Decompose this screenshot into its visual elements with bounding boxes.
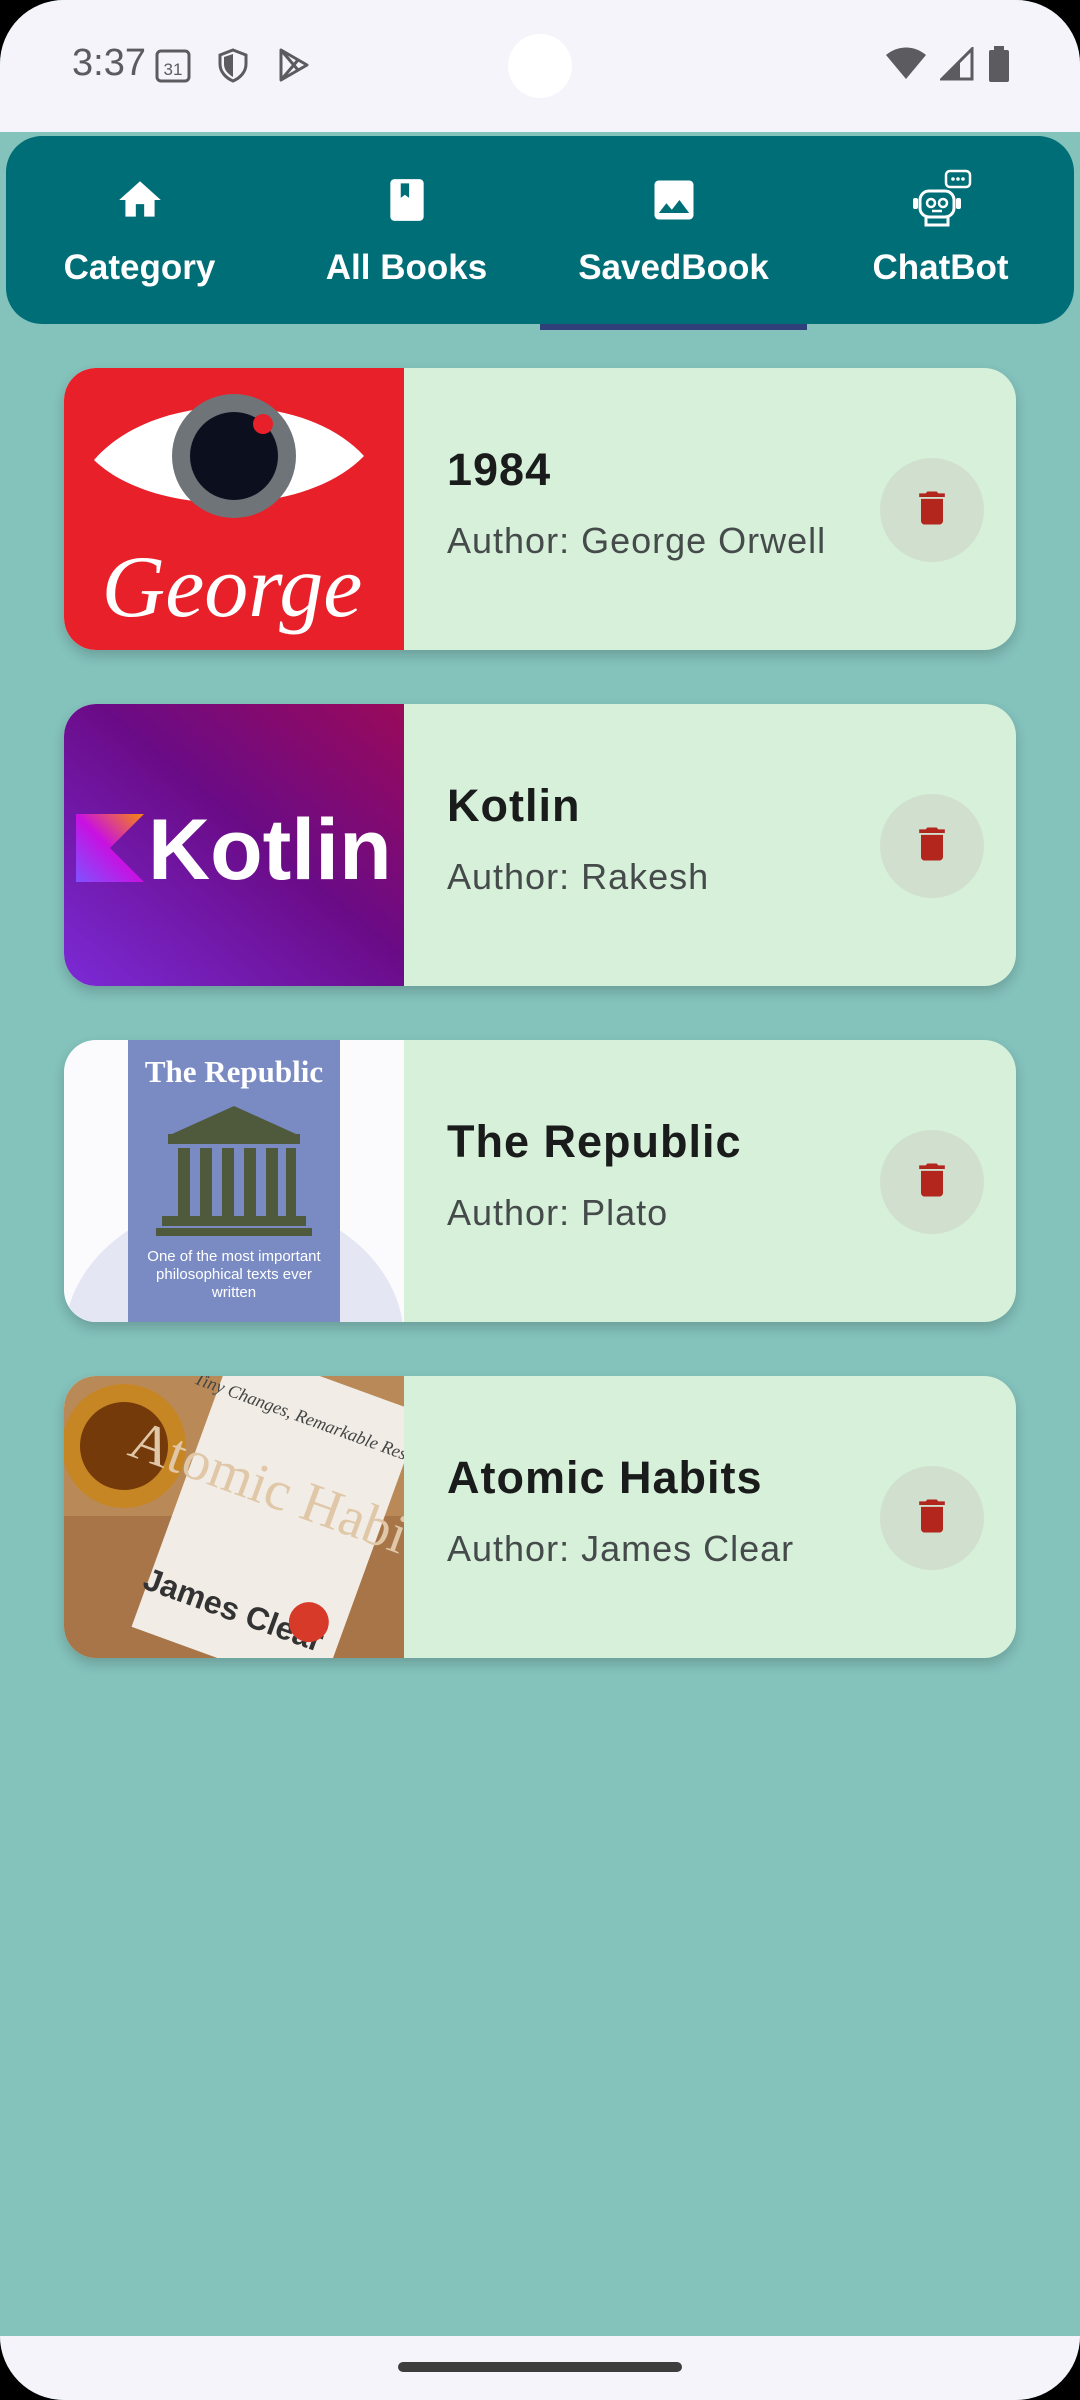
signal-icon — [938, 45, 974, 86]
tab-all-books[interactable]: All Books — [273, 136, 540, 324]
play-store-icon — [274, 46, 312, 89]
book-title: The Republic — [447, 1116, 742, 1167]
tab-label: SavedBook — [578, 248, 769, 287]
book-card[interactable]: Tiny Changes, Remarkable Results Atomic … — [64, 1376, 1016, 1658]
book-author: Author: George Orwell — [447, 520, 827, 561]
battery-icon — [988, 46, 1010, 87]
shield-icon — [214, 46, 252, 89]
calendar-icon: 31 — [154, 46, 192, 89]
trash-icon — [910, 1491, 954, 1546]
book-author: Author: James Clear — [447, 1528, 795, 1569]
delete-button[interactable] — [880, 1466, 984, 1570]
status-time: 3:37 — [72, 42, 146, 84]
tab-label: All Books — [325, 248, 488, 287]
home-icon — [115, 172, 165, 228]
delete-button[interactable] — [880, 1130, 984, 1234]
book-title: Kotlin — [447, 780, 581, 831]
home-indicator[interactable] — [398, 2362, 682, 2372]
notification-icons: 31 — [154, 46, 312, 89]
trash-icon — [910, 1155, 954, 1210]
tab-category[interactable]: Category — [6, 136, 273, 324]
cover-subtitle: One of the most important philosophical … — [147, 1248, 321, 1301]
system-status-icons — [886, 45, 1010, 87]
active-tab-indicator — [540, 324, 807, 330]
book-author: Author: Rakesh — [447, 856, 710, 897]
trash-icon — [910, 819, 954, 874]
trash-icon — [910, 483, 954, 538]
cover-title: The Republic — [145, 1054, 323, 1089]
image-icon — [648, 172, 700, 228]
book-author: Author: Plato — [447, 1192, 669, 1233]
tab-label: ChatBot — [872, 248, 1009, 287]
book-cover-image: George — [64, 368, 404, 650]
book-card[interactable]: The Republic One of the most important p… — [64, 1040, 1016, 1322]
camera-cutout — [508, 34, 572, 98]
book-cover-image: The Republic One of the most important p… — [64, 1040, 404, 1322]
app-screen: 3:37 31 Category All Books SavedBook Cha… — [0, 0, 1080, 2400]
book-title: Atomic Habits — [447, 1452, 763, 1503]
book-card[interactable]: George 1984 Author: George Orwell — [64, 368, 1016, 650]
book-cover-image: Kotlin — [64, 704, 404, 986]
book-title: 1984 — [447, 444, 552, 495]
system-nav-bar — [0, 2336, 1080, 2400]
book-cover-image: Tiny Changes, Remarkable Results Atomic … — [64, 1376, 404, 1658]
status-bar: 3:37 31 — [0, 0, 1080, 132]
cover-title: Kotlin — [148, 802, 392, 898]
delete-button[interactable] — [880, 794, 984, 898]
tab-saved-book[interactable]: SavedBook — [540, 136, 807, 330]
tab-label: Category — [63, 248, 216, 287]
top-tab-bar: Category All Books SavedBook ChatBot — [6, 136, 1074, 330]
delete-button[interactable] — [880, 458, 984, 562]
wifi-icon — [886, 47, 926, 86]
calendar-day: 31 — [164, 60, 183, 79]
tab-chatbot[interactable]: ChatBot — [807, 136, 1074, 324]
saved-books-list: George 1984 Author: George Orwell Kotlin… — [64, 368, 1016, 1712]
cover-title: George — [102, 539, 363, 636]
book-card[interactable]: Kotlin Kotlin Author: Rakesh — [64, 704, 1016, 986]
robot-icon — [908, 169, 974, 228]
book-icon — [382, 172, 432, 228]
